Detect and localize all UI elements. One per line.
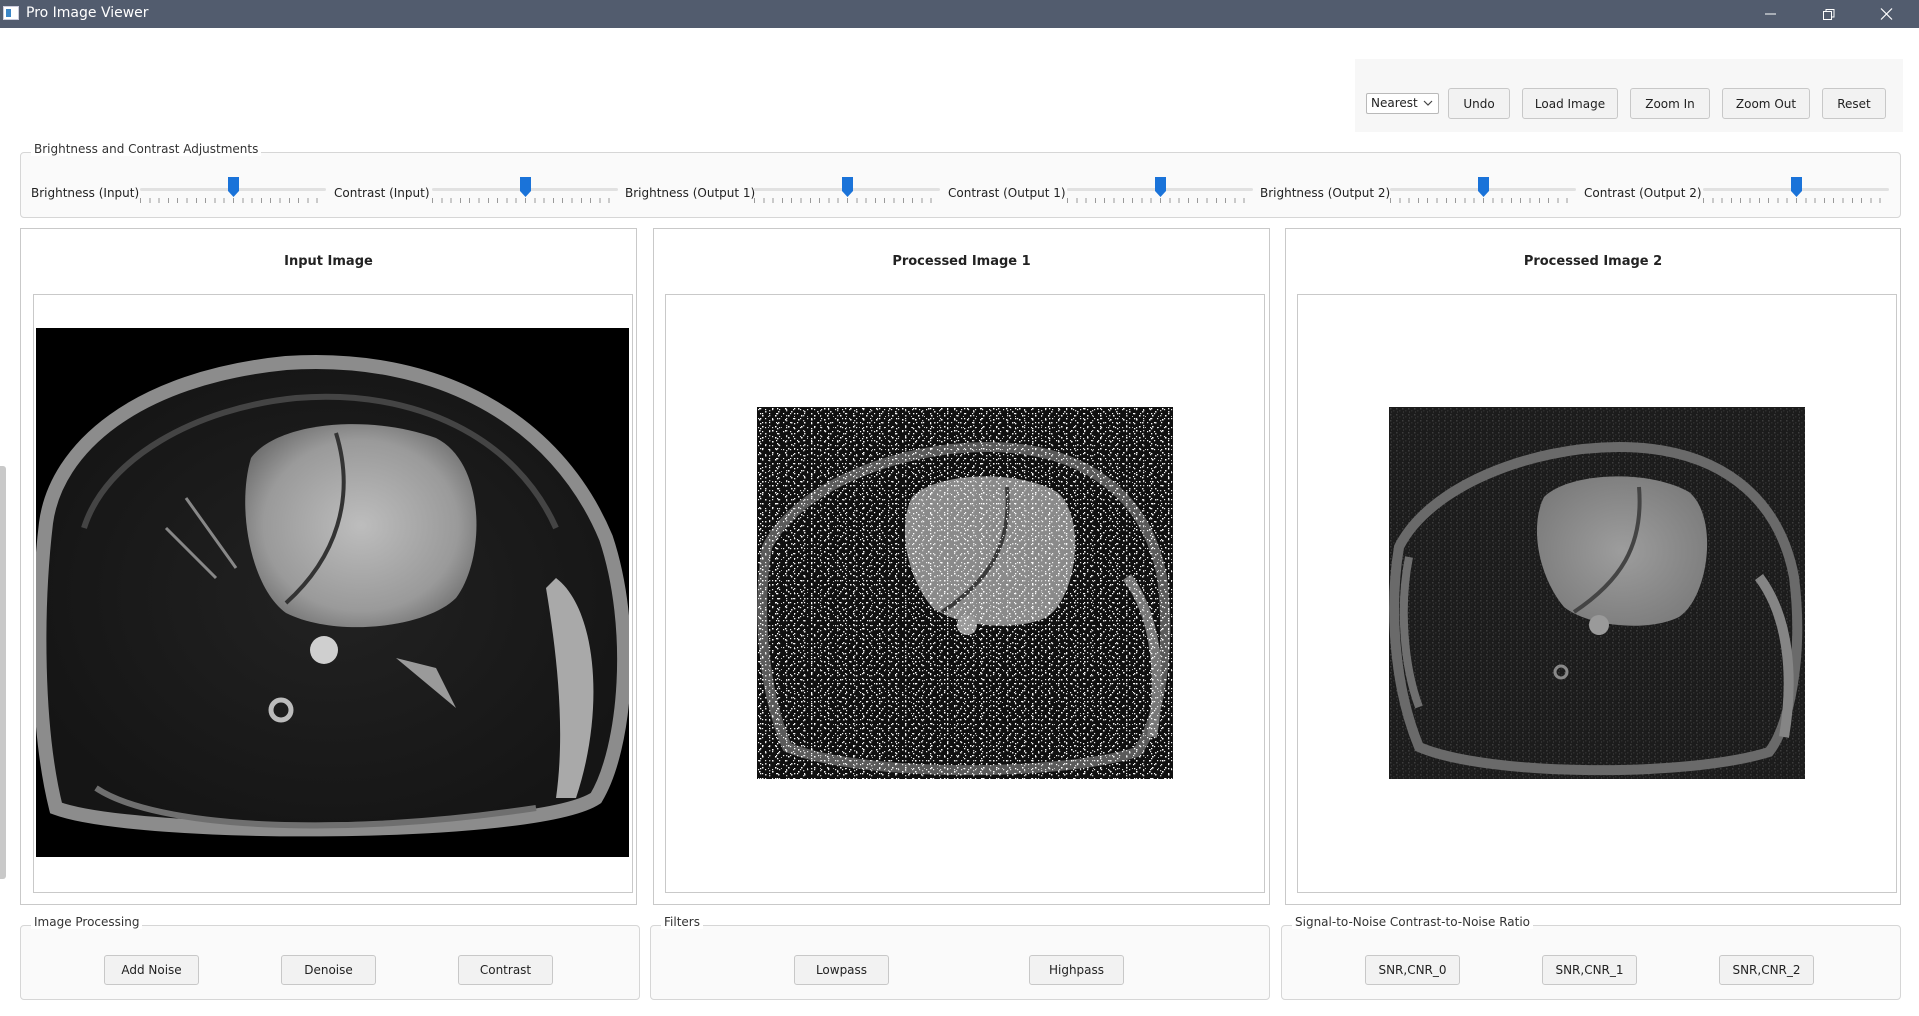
side-scrollbar[interactable] <box>0 466 6 879</box>
slider-ticks <box>1703 198 1889 203</box>
denoised-mri-image <box>1389 407 1805 779</box>
load-image-button[interactable]: Load Image <box>1522 88 1618 119</box>
zoom-out-button[interactable]: Zoom Out <box>1722 88 1810 119</box>
window-title: Pro Image Viewer <box>26 5 149 21</box>
snr-title: Signal-to-Noise Contrast-to-Noise Ratio <box>1292 915 1534 929</box>
restore-button[interactable] <box>1806 0 1852 28</box>
highpass-button[interactable]: Highpass <box>1029 955 1124 985</box>
snr-cnr-2-button[interactable]: SNR,CNR_2 <box>1719 955 1814 985</box>
slider-label-brightness-input: Brightness (Input) <box>31 186 140 200</box>
app-icon <box>3 6 19 20</box>
close-icon <box>1880 8 1893 20</box>
minimize-button[interactable] <box>1748 0 1794 28</box>
slider-label-contrast-output2: Contrast (Output 2) <box>1584 186 1702 200</box>
brightness-output2-slider[interactable] <box>1390 177 1576 205</box>
slider-thumb[interactable] <box>842 177 853 197</box>
interpolation-selected: Nearest <box>1371 96 1418 110</box>
restore-icon <box>1823 9 1835 20</box>
filters-title: Filters <box>661 915 703 929</box>
adjustments-title: Brightness and Contrast Adjustments <box>31 142 262 156</box>
brightness-output1-slider[interactable] <box>754 177 940 205</box>
contrast-input-slider[interactable] <box>432 177 618 205</box>
image-processing-title: Image Processing <box>31 915 143 929</box>
slider-thumb[interactable] <box>1155 177 1166 197</box>
slider-ticks <box>1390 198 1576 203</box>
processed-image-1[interactable] <box>757 407 1173 779</box>
denoise-button[interactable]: Denoise <box>281 955 376 985</box>
title-bar: Pro Image Viewer <box>0 0 1919 28</box>
slider-thumb[interactable] <box>1478 177 1489 197</box>
snr-cnr-0-button[interactable]: SNR,CNR_0 <box>1365 955 1460 985</box>
interpolation-select[interactable]: Nearest <box>1366 93 1439 114</box>
processed-image-1-title: Processed Image 1 <box>892 254 1031 269</box>
zoom-in-button[interactable]: Zoom In <box>1630 88 1710 119</box>
slider-ticks <box>140 198 326 203</box>
slider-label-contrast-output1: Contrast (Output 1) <box>948 186 1066 200</box>
mri-heart-image <box>36 328 629 857</box>
lowpass-button[interactable]: Lowpass <box>794 955 889 985</box>
close-button[interactable] <box>1864 0 1910 28</box>
slider-label-brightness-output2: Brightness (Output 2) <box>1260 186 1391 200</box>
minimize-icon <box>1765 13 1776 15</box>
slider-ticks <box>1067 198 1253 203</box>
slider-label-contrast-input: Contrast (Input) <box>334 186 430 200</box>
chevron-down-icon <box>1423 100 1433 106</box>
contrast-output1-slider[interactable] <box>1067 177 1253 205</box>
undo-button[interactable]: Undo <box>1448 88 1510 119</box>
slider-label-brightness-output1: Brightness (Output 1) <box>625 186 756 200</box>
brightness-input-slider[interactable] <box>140 177 326 205</box>
noisy-mri-image <box>757 407 1173 779</box>
reset-button[interactable]: Reset <box>1822 88 1886 119</box>
slider-thumb[interactable] <box>1791 177 1802 197</box>
slider-thumb[interactable] <box>520 177 531 197</box>
slider-ticks <box>754 198 940 203</box>
slider-thumb[interactable] <box>228 177 239 197</box>
contrast-output2-slider[interactable] <box>1703 177 1889 205</box>
input-image[interactable] <box>36 328 629 857</box>
processed-image-2-title: Processed Image 2 <box>1523 254 1663 269</box>
input-image-title: Input Image <box>284 254 373 269</box>
filters-group <box>650 925 1270 1000</box>
processed-image-2[interactable] <box>1389 407 1805 779</box>
add-noise-button[interactable]: Add Noise <box>104 955 199 985</box>
contrast-button[interactable]: Contrast <box>458 955 553 985</box>
slider-ticks <box>432 198 618 203</box>
snr-cnr-1-button[interactable]: SNR,CNR_1 <box>1542 955 1637 985</box>
